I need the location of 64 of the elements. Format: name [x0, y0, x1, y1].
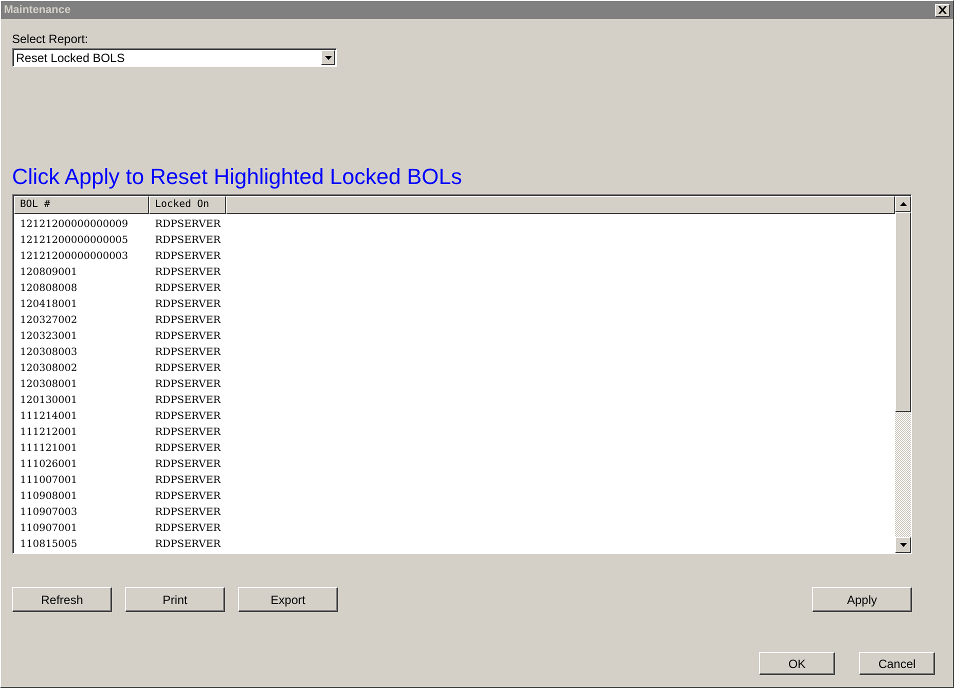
- table-cell-text: 12121200000000005: [19, 234, 130, 246]
- table-cell-text: 120418001: [19, 298, 78, 310]
- scroll-up-button[interactable]: [895, 196, 911, 212]
- table-cell-text: RDPSERVER: [154, 378, 222, 390]
- table-cell-text: 12121200000000009: [19, 218, 130, 230]
- down-arrow-icon: [900, 543, 906, 547]
- table-cell-text: 12121200000000003: [19, 250, 130, 262]
- table-cell-text: RDPSERVER: [154, 458, 222, 470]
- table-cell-text: RDPSERVER: [154, 330, 222, 342]
- table-cell-text: 110815005: [19, 538, 78, 550]
- table-cell-text: 111026001: [19, 458, 78, 470]
- table-cell-text: RDPSERVER: [154, 506, 222, 518]
- table-cell-text: 120308001: [19, 378, 78, 390]
- table-cell-text: RDPSERVER: [154, 362, 222, 374]
- table-cell-text: 120327002: [19, 314, 78, 326]
- close-button[interactable]: [935, 4, 950, 16]
- table-cell-text: RDPSERVER: [154, 218, 222, 230]
- table-cell-text: 120809001: [19, 266, 78, 278]
- scroll-down-button[interactable]: [895, 537, 911, 553]
- table-cell-text: 111212001: [19, 426, 78, 438]
- table-cell-text: 120323001: [19, 330, 78, 342]
- scrollbar[interactable]: [895, 196, 911, 553]
- column-header[interactable]: BOL #: [14, 196, 149, 214]
- table-cell-text: RDPSERVER: [154, 474, 222, 486]
- instruction-heading: Click Apply to Reset Highlighted Locked BOLs: [12, 163, 464, 191]
- table-cell-text: 120308002: [19, 362, 78, 374]
- table-cell-text: 110907001: [19, 522, 78, 534]
- table-cell-text: 111121001: [19, 442, 78, 454]
- table-cell-text: RDPSERVER: [154, 490, 222, 502]
- dialog-button[interactable]: Cancel: [859, 652, 935, 675]
- up-arrow-icon: [900, 202, 906, 206]
- column-header[interactable]: Locked On: [149, 196, 226, 214]
- action-button[interactable]: Refresh: [12, 587, 112, 612]
- table-cell-text: 110908001: [19, 490, 78, 502]
- table-cell-text: RDPSERVER: [154, 250, 222, 262]
- window-title: Maintenance: [4, 4, 71, 16]
- dropdown-button[interactable]: [321, 50, 335, 65]
- table-cell-text: RDPSERVER: [154, 522, 222, 534]
- table-cell-text: RDPSERVER: [154, 282, 222, 294]
- dialog-button[interactable]: OK: [759, 652, 835, 675]
- table-cell-text: RDPSERVER: [154, 394, 222, 406]
- caret-icon: [324, 56, 332, 60]
- report-dropdown[interactable]: Reset Locked BOLS: [12, 48, 337, 67]
- table-cell-text: RDPSERVER: [154, 266, 222, 278]
- table-cell-text: RDPSERVER: [154, 298, 222, 310]
- table-cell-text: 110907003: [19, 506, 78, 518]
- select-report-label: Select Report:: [12, 32, 90, 47]
- table-cell-text: RDPSERVER: [154, 426, 222, 438]
- table-cell-text: 120308003: [19, 346, 78, 358]
- table-cell-text: RDPSERVER: [154, 410, 222, 422]
- table-cell-text: 111007001: [19, 474, 78, 486]
- table-cell-text: 120808008: [19, 282, 78, 294]
- action-button[interactable]: Export: [238, 587, 338, 612]
- scroll-thumb[interactable]: [895, 212, 911, 412]
- table-cell-text: 120130001: [19, 394, 78, 406]
- table-cell-text: 111214001: [19, 410, 78, 422]
- table-cell-text: RDPSERVER: [154, 442, 222, 454]
- apply-button[interactable]: Apply: [812, 587, 912, 612]
- table-cell-text: RDPSERVER: [154, 346, 222, 358]
- table-cell-text: RDPSERVER: [154, 538, 222, 550]
- action-button[interactable]: Print: [125, 587, 225, 612]
- close-icon: [938, 6, 947, 14]
- table-cell-text: RDPSERVER: [154, 314, 222, 326]
- table-cell-text: RDPSERVER: [154, 234, 222, 246]
